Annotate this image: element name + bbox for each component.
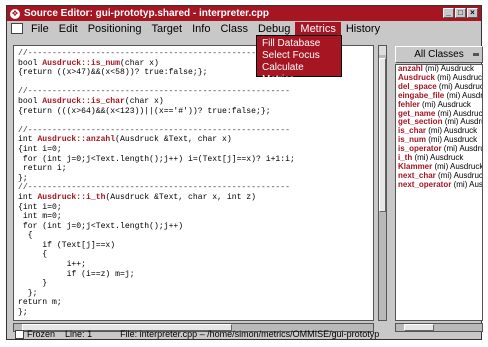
title-bar[interactable]: ❖ Source Editor: gui-prototyp.shared - i… [7, 6, 481, 21]
function-name[interactable]: Ausdruck::i_th [37, 193, 105, 202]
source-editor-window: ❖ Source Editor: gui-prototyp.shared - i… [6, 5, 483, 340]
frozen-checkbox[interactable] [15, 330, 24, 339]
line-number: 1 [87, 329, 93, 339]
menu-fill-database[interactable]: Fill Database [257, 38, 341, 50]
window-title: Source Editor: gui-prototyp.shared - int… [24, 8, 270, 19]
code-line[interactable]: }; [18, 174, 371, 184]
code-text[interactable]: //--------------------------------------… [18, 49, 371, 318]
code-line[interactable]: return i; [18, 164, 371, 174]
editor-vertical-scrollbar[interactable] [378, 45, 387, 321]
code-line[interactable]: int Ausdruck::anzahl(Ausdruck &Text, cha… [18, 135, 371, 145]
code-line[interactable]: for (int j=0;j<Text.length();j++) i=(Tex… [18, 155, 371, 165]
code-editor[interactable]: //--------------------------------------… [13, 45, 374, 321]
file-icon [11, 22, 23, 34]
metrics-dropdown-menu: Fill Database Select Focus Calculate Met… [256, 35, 342, 85]
menu-history[interactable]: History [341, 22, 385, 36]
code-line[interactable]: } [18, 279, 371, 289]
code-line[interactable]: }; [18, 308, 371, 318]
dropdown-arrow-icon [473, 53, 479, 56]
menu-debug[interactable]: Debug [253, 22, 295, 36]
menu-info[interactable]: Info [187, 22, 215, 36]
code-line[interactable]: for (int j=0;j<Text.length();j++) [18, 222, 371, 232]
maximize-button[interactable]: □ [455, 8, 466, 18]
code-line[interactable]: { [18, 231, 371, 241]
function-name[interactable]: Ausdruck::is_num [42, 59, 120, 68]
menu-target[interactable]: Target [147, 22, 188, 36]
code-line[interactable] [18, 78, 371, 88]
code-line[interactable]: //--------------------------------------… [18, 87, 371, 97]
scroll-up-arrow[interactable] [379, 46, 386, 55]
code-line[interactable]: //--------------------------------------… [18, 126, 371, 136]
class-filter-select[interactable]: All Classes [395, 46, 483, 63]
status-bar: Frozen Line: 1 File: interpreter.cpp – /… [7, 329, 481, 339]
file-path: interpreter.cpp – /home/simon/metrics/OM… [139, 329, 380, 339]
member-list-item[interactable]: next_operator (mi) Ausc [396, 180, 482, 190]
code-line[interactable]: if (i==z) m=j; [18, 270, 371, 280]
class-filter-label: All Classes [414, 49, 464, 60]
function-name[interactable]: Ausdruck::anzahl [37, 135, 115, 144]
menu-positioning[interactable]: Positioning [83, 22, 147, 36]
code-line[interactable]: { [18, 250, 371, 260]
code-line[interactable]: //--------------------------------------… [18, 183, 371, 193]
line-indicator: Line: 1 [65, 329, 93, 339]
code-line[interactable]: {return (((x>64)&&(x<123))||(x=='#'))? t… [18, 107, 371, 117]
menu-calculate-metrics[interactable]: Calculate Metrics [257, 62, 341, 85]
function-name[interactable]: Ausdruck::is_char [42, 97, 125, 106]
menu-bar: File Edit Positioning Target Info Class … [7, 21, 481, 37]
code-line[interactable]: {int i=0; [18, 145, 371, 155]
code-line[interactable]: int Ausdruck::i_th(Ausdruck &Text, char … [18, 193, 371, 203]
member-list[interactable]: anzahl (mi) Ausdruck Ausdruck (mi) Ausdru… [395, 64, 483, 321]
code-line[interactable]: int m=0; [18, 212, 371, 222]
code-line[interactable]: bool Ausdruck::is_char(char x) [18, 97, 371, 107]
code-line[interactable]: i++; [18, 260, 371, 270]
code-line[interactable] [18, 116, 371, 126]
menu-file[interactable]: File [26, 22, 54, 36]
code-line[interactable]: {int i=0; [18, 203, 371, 213]
menu-select-focus[interactable]: Select Focus [257, 50, 341, 62]
close-button[interactable]: × [467, 8, 478, 18]
menu-edit[interactable]: Edit [54, 22, 83, 36]
code-line[interactable]: return m; [18, 298, 371, 308]
file-indicator: File: interpreter.cpp – /home/simon/metr… [120, 329, 380, 339]
window-controls: _ □ × [443, 8, 478, 18]
code-line[interactable]: if (Text[j]==x) [18, 241, 371, 251]
editor-vscroll-thumb[interactable] [379, 58, 386, 212]
menu-metrics[interactable]: Metrics [295, 22, 341, 36]
frozen-toggle[interactable]: Frozen [15, 329, 55, 339]
app-icon: ❖ [10, 8, 20, 19]
minimize-button[interactable]: _ [443, 8, 454, 18]
code-line[interactable]: }; [18, 289, 371, 299]
menu-class[interactable]: Class [215, 22, 253, 36]
